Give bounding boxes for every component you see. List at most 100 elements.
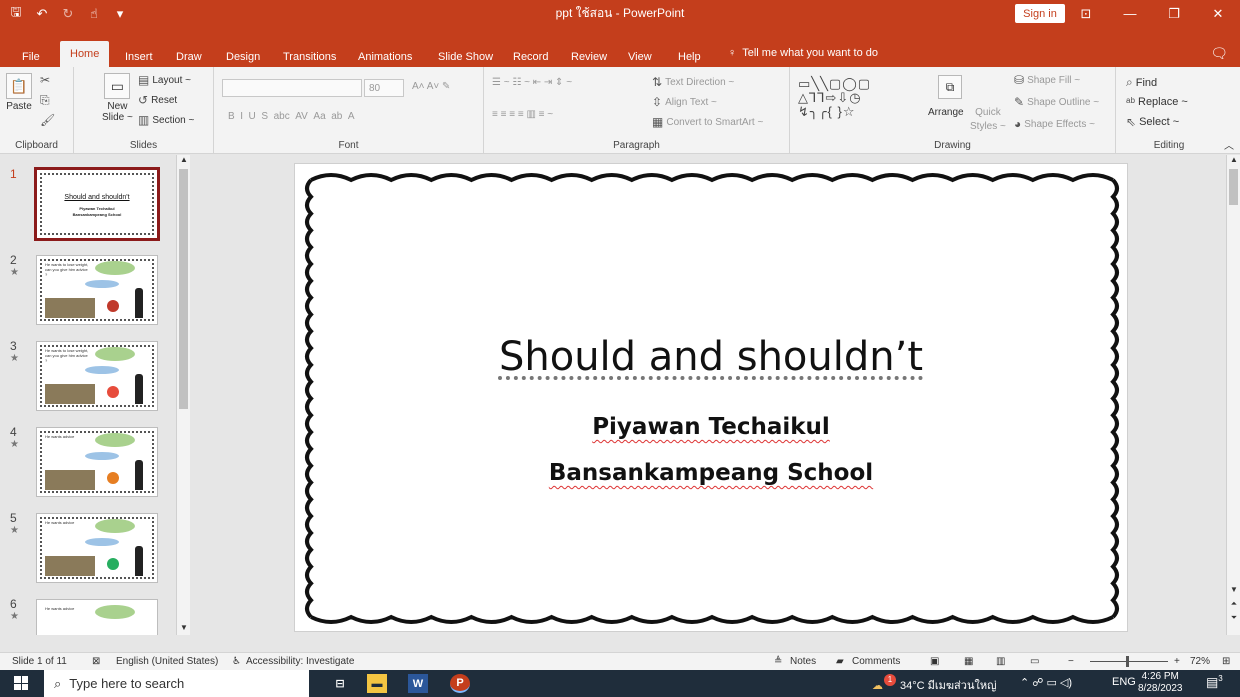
slide-title[interactable]: Should and shouldn’t (295, 334, 1127, 380)
accessibility-status[interactable]: Accessibility: Investigate (246, 656, 354, 667)
convert-smartart-button[interactable]: ▦ Convert to SmartArt ~ (652, 115, 763, 129)
shape-outline-button[interactable]: ✎ Shape Outline ~ (1014, 95, 1099, 109)
normal-view-icon[interactable]: ▣ (930, 656, 939, 667)
scroll-up-icon[interactable]: ▲ (1227, 155, 1240, 164)
shape-fill-button[interactable]: ⛁ Shape Fill ~ (1014, 73, 1080, 87)
task-view-icon[interactable]: ⊟ (330, 674, 350, 693)
zoom-out-icon[interactable]: − (1068, 656, 1074, 667)
grow-font-icon[interactable]: A˄ A˅ ✎ (412, 81, 450, 92)
thumbnail-slide-3[interactable]: He wants to lose weight, can you give hi… (36, 341, 158, 411)
slideshow-icon[interactable]: ▭ (1030, 656, 1039, 667)
touch-mode-icon[interactable]: ☝ (86, 6, 102, 22)
save-icon[interactable]: 🖫 (8, 3, 24, 25)
tray-icons[interactable]: ⌃ ☍ ▭ ◁) (1020, 676, 1072, 689)
weather-icon[interactable]: ☁ (872, 679, 883, 692)
tab-slide-show[interactable]: Slide Show (434, 47, 497, 67)
current-slide[interactable]: Should and shouldn’t Piyawan Techaikul B… (294, 163, 1128, 632)
shape-effects-button[interactable]: ◕ Shape Effects ~ (1014, 117, 1095, 131)
thumbnail-slide-2[interactable]: He wants to lose weight, can you give hi… (36, 255, 158, 325)
zoom-slider-thumb[interactable] (1126, 656, 1129, 667)
minimize-button[interactable]: — (1108, 0, 1152, 27)
quick-styles-button[interactable]: Quick Styles ~ (970, 107, 1006, 132)
scroll-down-icon[interactable]: ▼ (1227, 585, 1240, 594)
language-status[interactable]: English (United States) (116, 656, 218, 667)
editor-scrollbar[interactable]: ▲ ▼ ⏶ ⏷ (1226, 155, 1240, 635)
system-clock[interactable]: 4:26 PM 8/28/2023 (1138, 671, 1183, 695)
layout-button[interactable]: ▤ Layout ~ (138, 73, 191, 87)
tab-record[interactable]: Record (509, 47, 552, 67)
arrange-button[interactable]: Arrange (928, 107, 964, 118)
fit-slide-icon[interactable]: ⊞ (1222, 656, 1230, 667)
spelling-icon[interactable]: ⊠ (92, 656, 100, 667)
redo-icon[interactable]: ↻ (60, 6, 76, 22)
tab-help[interactable]: Help (674, 47, 705, 67)
next-slide-icon[interactable]: ⏷ (1227, 613, 1240, 623)
copy-icon[interactable]: ⎘ (40, 93, 50, 108)
notes-button[interactable]: Notes (790, 656, 816, 667)
format-painter-icon[interactable]: 🖌 (40, 113, 55, 127)
tab-file[interactable]: File (18, 47, 44, 67)
bullets-icons[interactable]: ☰ ~ ☷ ~ ⇤ ⇥ ⇕ ~ (492, 77, 572, 88)
comments-icon[interactable]: 🗨 (1210, 45, 1228, 62)
word-app-icon[interactable]: W (408, 674, 428, 693)
zoom-slider-track[interactable] (1090, 661, 1168, 662)
paste-button[interactable]: 📋 Paste (6, 73, 32, 112)
slide-school[interactable]: Bansankampeang School (295, 460, 1127, 486)
new-slide-button[interactable]: ▭ New Slide ~ (102, 73, 133, 123)
font-size-dropdown[interactable]: 80 (364, 79, 404, 97)
zoom-in-icon[interactable]: + (1174, 656, 1180, 667)
tab-insert[interactable]: Insert (121, 47, 157, 67)
cut-icon[interactable]: ✂ (40, 73, 50, 87)
slide-sorter-icon[interactable]: ▦ (964, 656, 973, 667)
ribbon-display-options-icon[interactable]: ⊡ (1064, 0, 1108, 27)
thumbnail-slide-4[interactable]: He wants advice (36, 427, 158, 497)
thumbnail-scrollbar[interactable]: ▲ ▼ (176, 155, 190, 635)
weather-text[interactable]: 34°C มีเมฆส่วนใหญ่ (900, 676, 996, 694)
windows-start-icon[interactable] (14, 676, 28, 690)
tab-animations[interactable]: Animations (354, 47, 416, 67)
taskbar-search[interactable]: ⌕ Type here to search (44, 670, 309, 697)
restore-button[interactable]: ❐ (1152, 0, 1196, 27)
scrollbar-thumb[interactable] (1229, 169, 1238, 205)
previous-slide-icon[interactable]: ⏶ (1227, 599, 1240, 609)
select-button[interactable]: ⇖ Select ~ (1126, 115, 1179, 129)
alignment-icons[interactable]: ≡ ≡ ≡ ≡ ▥ ≡ ~ (492, 109, 553, 120)
comments-button[interactable]: Comments (852, 656, 900, 667)
tab-review[interactable]: Review (567, 47, 611, 67)
customize-toolbar-icon[interactable]: ▾ (112, 6, 128, 22)
zoom-level[interactable]: 72% (1190, 656, 1210, 667)
font-name-dropdown[interactable] (222, 79, 362, 97)
thumbnail-slide-5[interactable]: He wants advice (36, 513, 158, 583)
reading-view-icon[interactable]: ▥ (996, 656, 1005, 667)
tab-home[interactable]: Home (60, 41, 110, 67)
tab-view[interactable]: View (624, 47, 656, 67)
tell-me-search[interactable]: ♀ Tell me what you want to do (728, 47, 878, 59)
cursor-icon: ⇖ (1126, 115, 1137, 129)
sign-in-button[interactable]: Sign in (1015, 4, 1065, 23)
close-button[interactable]: ✕ (1196, 0, 1240, 27)
replace-button[interactable]: ᵃᵇ Replace ~ (1126, 95, 1188, 109)
tab-transitions[interactable]: Transitions (279, 47, 340, 67)
slide-author[interactable]: Piyawan Techaikul (295, 414, 1127, 440)
tab-draw[interactable]: Draw (172, 47, 206, 67)
input-language[interactable]: ENG (1112, 676, 1136, 688)
notification-center-icon[interactable]: ▤3 (1206, 674, 1223, 690)
find-button[interactable]: ⌕ Find (1126, 75, 1157, 90)
section-button[interactable]: ▥ Section ~ (138, 113, 194, 127)
thumbnail-slide-1[interactable]: Should and shouldn't Piyawan Techaikul Ba… (34, 167, 160, 241)
align-text-button[interactable]: ⇳ Align Text ~ (652, 95, 717, 109)
text-direction-button[interactable]: ⇅ Text Direction ~ (652, 75, 734, 89)
file-explorer-icon[interactable]: ▬ (367, 674, 387, 693)
undo-icon[interactable]: ↶ (34, 6, 50, 22)
shapes-gallery[interactable]: ▭╲╲▢◯▢ △⅂⅂⇨⇩◷ ↯╮╭{ }☆ (798, 77, 918, 119)
tab-design[interactable]: Design (222, 47, 264, 67)
scroll-down-icon[interactable]: ▼ (177, 623, 191, 635)
reset-button[interactable]: ↺ Reset (138, 93, 177, 107)
powerpoint-app-icon[interactable]: P (450, 674, 470, 693)
thumbnail-slide-6[interactable]: He wants advice (36, 599, 158, 635)
font-format-icons[interactable]: B I U S abc AV Aa ab A (228, 111, 355, 122)
scrollbar-thumb[interactable] (179, 169, 188, 409)
collapse-ribbon-icon[interactable]: ︿ (1224, 137, 1234, 152)
scroll-up-icon[interactable]: ▲ (177, 155, 191, 167)
select-label: Select ~ (1139, 116, 1180, 128)
